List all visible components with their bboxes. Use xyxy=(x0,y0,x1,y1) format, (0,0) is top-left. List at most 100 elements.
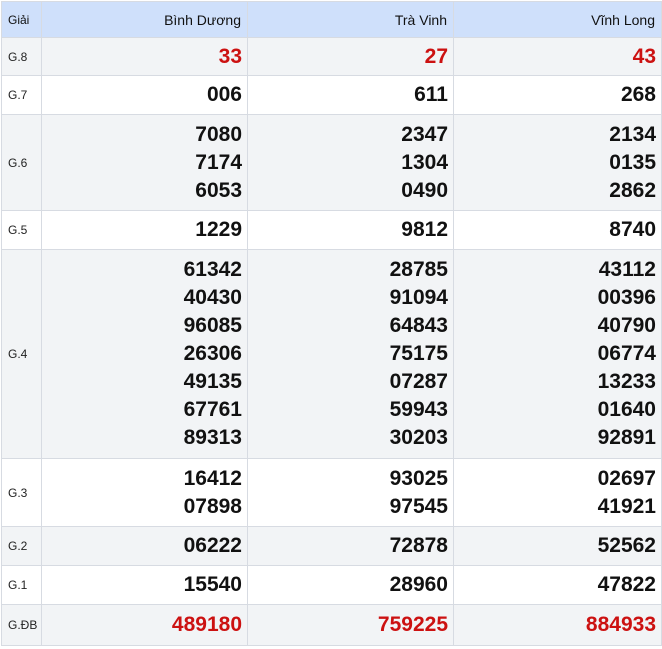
result-number: 07898 xyxy=(183,494,242,518)
prize-label: G.2 xyxy=(1,526,42,566)
result-cell: 61342 40430 96085 26306 49135 67761 8931… xyxy=(41,249,248,459)
result-cell: 884933 xyxy=(453,604,662,646)
result-number: 40430 xyxy=(183,286,242,309)
result-number: 49135 xyxy=(183,370,242,393)
special-prize-number: 489180 xyxy=(171,613,242,636)
result-cell: 1229 xyxy=(41,210,248,250)
result-number: 93025 xyxy=(389,466,448,490)
prize-label: G.6 xyxy=(1,114,42,211)
result-number: 28960 xyxy=(389,573,448,596)
result-number: 611 xyxy=(414,83,448,106)
prize-row-special: G.ĐB 489180 759225 884933 xyxy=(1,604,662,646)
special-prize-number: 884933 xyxy=(585,613,656,636)
result-number: 92891 xyxy=(597,426,656,449)
result-number: 268 xyxy=(620,83,656,106)
result-number: 2347 xyxy=(401,122,448,146)
result-cell: 759225 xyxy=(247,604,454,646)
result-number: 61342 xyxy=(183,258,242,281)
result-cell: 28960 xyxy=(247,565,454,605)
result-number: 96085 xyxy=(183,314,242,337)
prize-label: G.3 xyxy=(1,458,42,527)
result-number: 16412 xyxy=(183,466,242,490)
result-number: 91094 xyxy=(389,286,448,309)
result-number: 7174 xyxy=(195,150,242,174)
result-cell: 9812 xyxy=(247,210,454,250)
header-row: Giải Bình Dương Trà Vinh Vĩnh Long xyxy=(1,1,662,38)
result-number: 72878 xyxy=(389,534,448,557)
prize-row-g1: G.1 15540 28960 47822 xyxy=(1,565,662,605)
result-number: 6053 xyxy=(195,178,242,202)
prize-row-g6: G.6 7080 7174 6053 2347 1304 0490 2134 0… xyxy=(1,114,662,211)
result-cell: 006 xyxy=(41,75,248,115)
result-cell: 52562 xyxy=(453,526,662,566)
result-cell: 268 xyxy=(453,75,662,115)
prize-row-g8: G.8 33 27 43 xyxy=(1,37,662,76)
prize-row-g7: G.7 006 611 268 xyxy=(1,75,662,115)
result-number: 47822 xyxy=(597,573,656,596)
result-number: 59943 xyxy=(389,398,448,421)
result-number: 67761 xyxy=(183,398,242,421)
prize-row-g3: G.3 16412 07898 93025 97545 02697 41921 xyxy=(1,458,662,527)
result-cell: 28785 91094 64843 75175 07287 59943 3020… xyxy=(247,249,454,459)
prize-label: G.ĐB xyxy=(1,604,42,646)
result-number: 00396 xyxy=(597,286,656,309)
result-number: 07287 xyxy=(389,370,448,393)
result-number: 2134 xyxy=(609,122,656,146)
result-number: 89313 xyxy=(183,426,242,449)
prize-label: G.5 xyxy=(1,210,42,250)
result-cell: 2347 1304 0490 xyxy=(247,114,454,211)
result-number: 97545 xyxy=(389,494,448,518)
result-number: 8740 xyxy=(609,218,656,241)
result-number: 1304 xyxy=(401,150,448,174)
result-number: 1229 xyxy=(195,218,242,241)
header-prize-label: Giải xyxy=(1,1,42,38)
result-number: 006 xyxy=(206,83,242,106)
result-number: 26306 xyxy=(183,342,242,365)
result-number: 52562 xyxy=(597,534,656,557)
result-number: 0135 xyxy=(609,150,656,174)
prize-label: G.8 xyxy=(1,37,42,76)
result-cell: 15540 xyxy=(41,565,248,605)
result-number: 75175 xyxy=(389,342,448,365)
result-number: 0490 xyxy=(401,178,448,202)
result-number: 02697 xyxy=(597,466,656,490)
result-number: 40790 xyxy=(597,314,656,337)
prize-row-g2: G.2 06222 72878 52562 xyxy=(1,526,662,566)
result-number: 43 xyxy=(632,44,656,68)
result-number: 01640 xyxy=(597,398,656,421)
result-number: 9812 xyxy=(401,218,448,241)
result-number: 13233 xyxy=(597,370,656,393)
result-number: 06774 xyxy=(597,342,656,365)
prize-label: G.7 xyxy=(1,75,42,115)
special-prize-number: 759225 xyxy=(377,613,448,636)
result-number: 33 xyxy=(218,44,242,68)
result-cell: 43112 00396 40790 06774 13233 01640 9289… xyxy=(453,249,662,459)
result-cell: 8740 xyxy=(453,210,662,250)
result-cell: 2134 0135 2862 xyxy=(453,114,662,211)
result-number: 06222 xyxy=(183,534,242,557)
prize-row-g5: G.5 1229 9812 8740 xyxy=(1,210,662,250)
result-number: 30203 xyxy=(389,426,448,449)
result-cell: 72878 xyxy=(247,526,454,566)
result-cell: 93025 97545 xyxy=(247,458,454,527)
result-number: 64843 xyxy=(389,314,448,337)
result-number: 41921 xyxy=(597,494,656,518)
result-number: 15540 xyxy=(183,573,242,596)
lottery-results-table: Giải Bình Dương Trà Vinh Vĩnh Long G.8 3… xyxy=(1,1,662,646)
result-cell: 02697 41921 xyxy=(453,458,662,527)
result-cell: 611 xyxy=(247,75,454,115)
result-cell: 489180 xyxy=(41,604,248,646)
result-number: 7080 xyxy=(195,122,242,146)
result-cell: 7080 7174 6053 xyxy=(41,114,248,211)
result-number: 28785 xyxy=(389,258,448,281)
result-number: 27 xyxy=(424,44,448,68)
result-cell: 16412 07898 xyxy=(41,458,248,527)
prize-label: G.4 xyxy=(1,249,42,459)
result-cell: 33 xyxy=(41,37,248,76)
result-cell: 43 xyxy=(453,37,662,76)
prize-row-g4: G.4 61342 40430 96085 26306 49135 67761 … xyxy=(1,249,662,459)
prize-label: G.1 xyxy=(1,565,42,605)
result-cell: 47822 xyxy=(453,565,662,605)
header-province-vinh-long: Vĩnh Long xyxy=(453,1,662,38)
result-cell: 06222 xyxy=(41,526,248,566)
